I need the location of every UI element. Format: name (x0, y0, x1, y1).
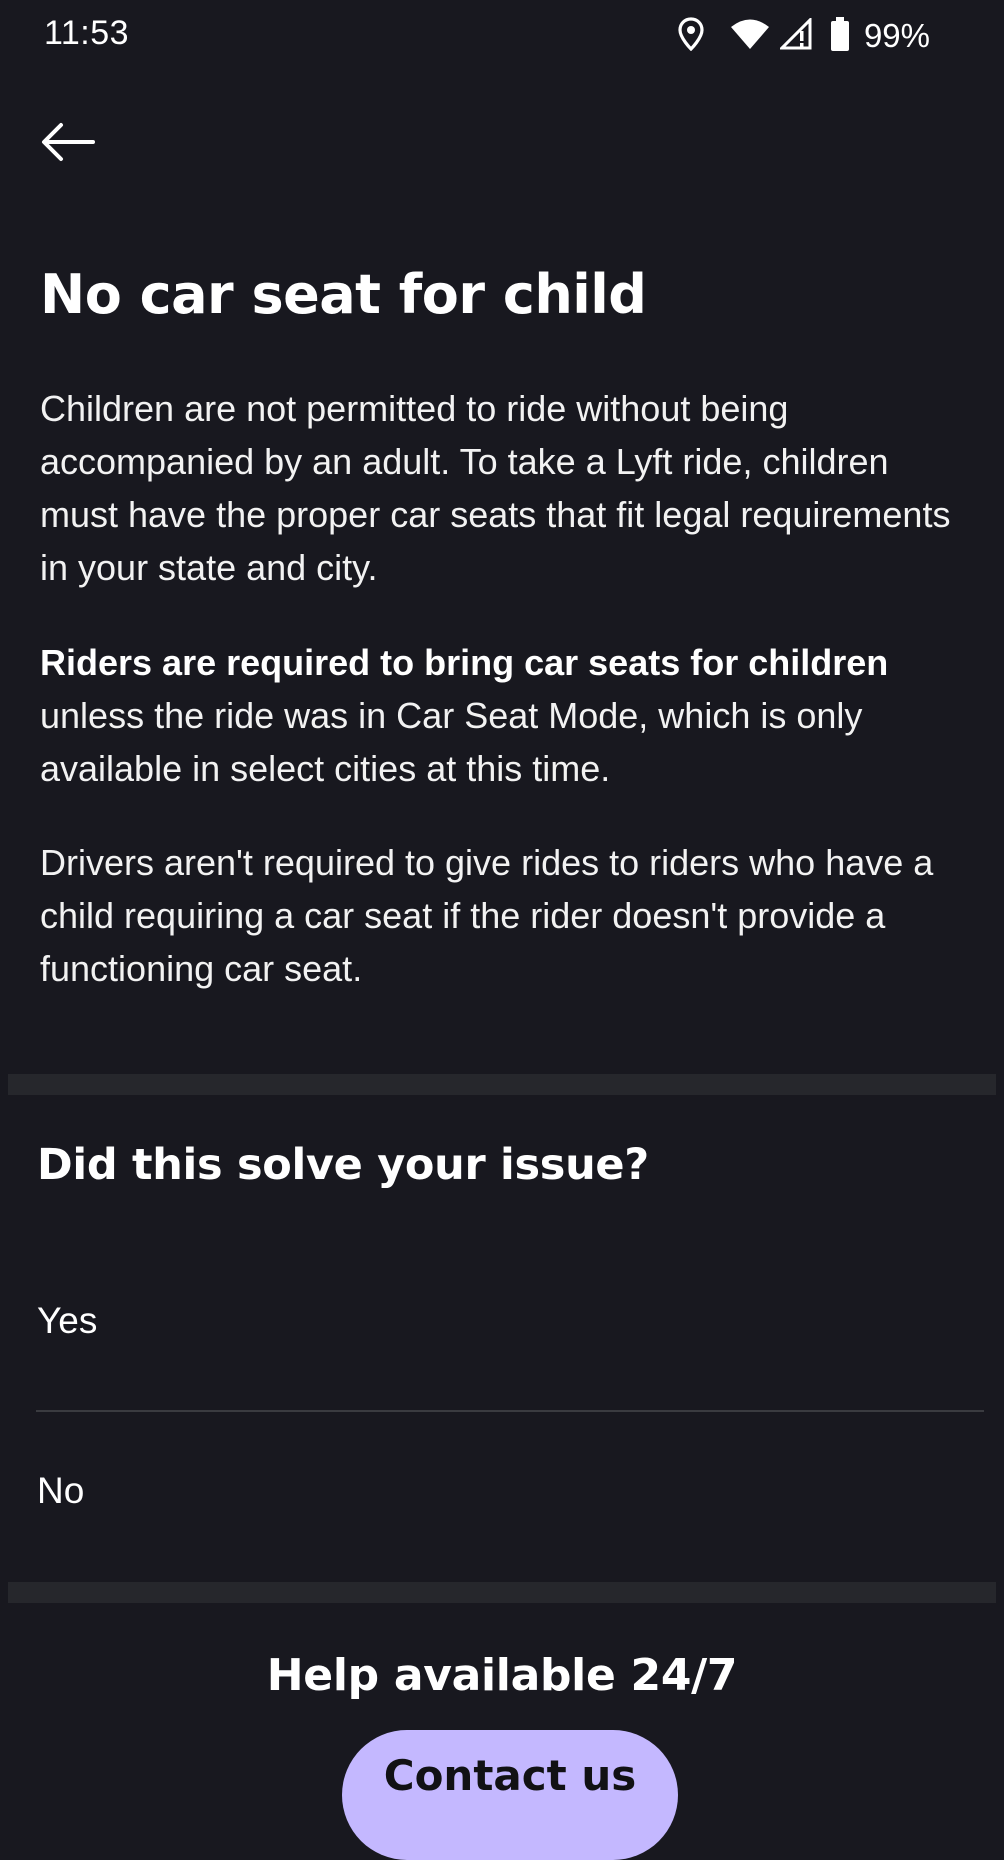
contact-us-button[interactable]: Contact us (342, 1730, 678, 1860)
paragraph-continuation: unless the ride was in Car Seat Mode, wh… (40, 695, 863, 789)
battery-icon (830, 17, 850, 55)
paragraph-emphasis: Riders are required to bring car seats f… (40, 642, 889, 683)
option-label-no: No (37, 1470, 85, 1511)
location-icon (678, 17, 704, 55)
section-divider (8, 1582, 996, 1603)
back-button[interactable] (36, 112, 100, 176)
feedback-option-yes[interactable]: Yes (0, 1266, 1004, 1386)
wifi-icon (730, 18, 770, 54)
feedback-option-no[interactable]: No (0, 1436, 1004, 1556)
option-divider (36, 1410, 984, 1412)
page-title: No car seat for child (40, 263, 647, 326)
battery-percentage: 99% (863, 17, 930, 54)
paragraph-driver-policy: Drivers aren't required to give rides to… (40, 842, 934, 989)
paragraph-children-policy: Children are not permitted to ride witho… (40, 388, 951, 588)
status-icons: 99% (678, 16, 930, 56)
paragraph-car-seat-requirement: Riders are required to bring car seats f… (40, 636, 970, 795)
feedback-question: Did this solve your issue? (37, 1140, 649, 1190)
signal-icon (778, 16, 814, 54)
option-label-yes: Yes (37, 1300, 98, 1341)
status-bar: 11:53 99% (0, 0, 1004, 72)
arrow-left-icon (41, 122, 95, 166)
status-time: 11:53 (44, 14, 130, 52)
section-divider (8, 1074, 996, 1095)
help-availability-text: Help available 24/7 (266, 1650, 738, 1701)
